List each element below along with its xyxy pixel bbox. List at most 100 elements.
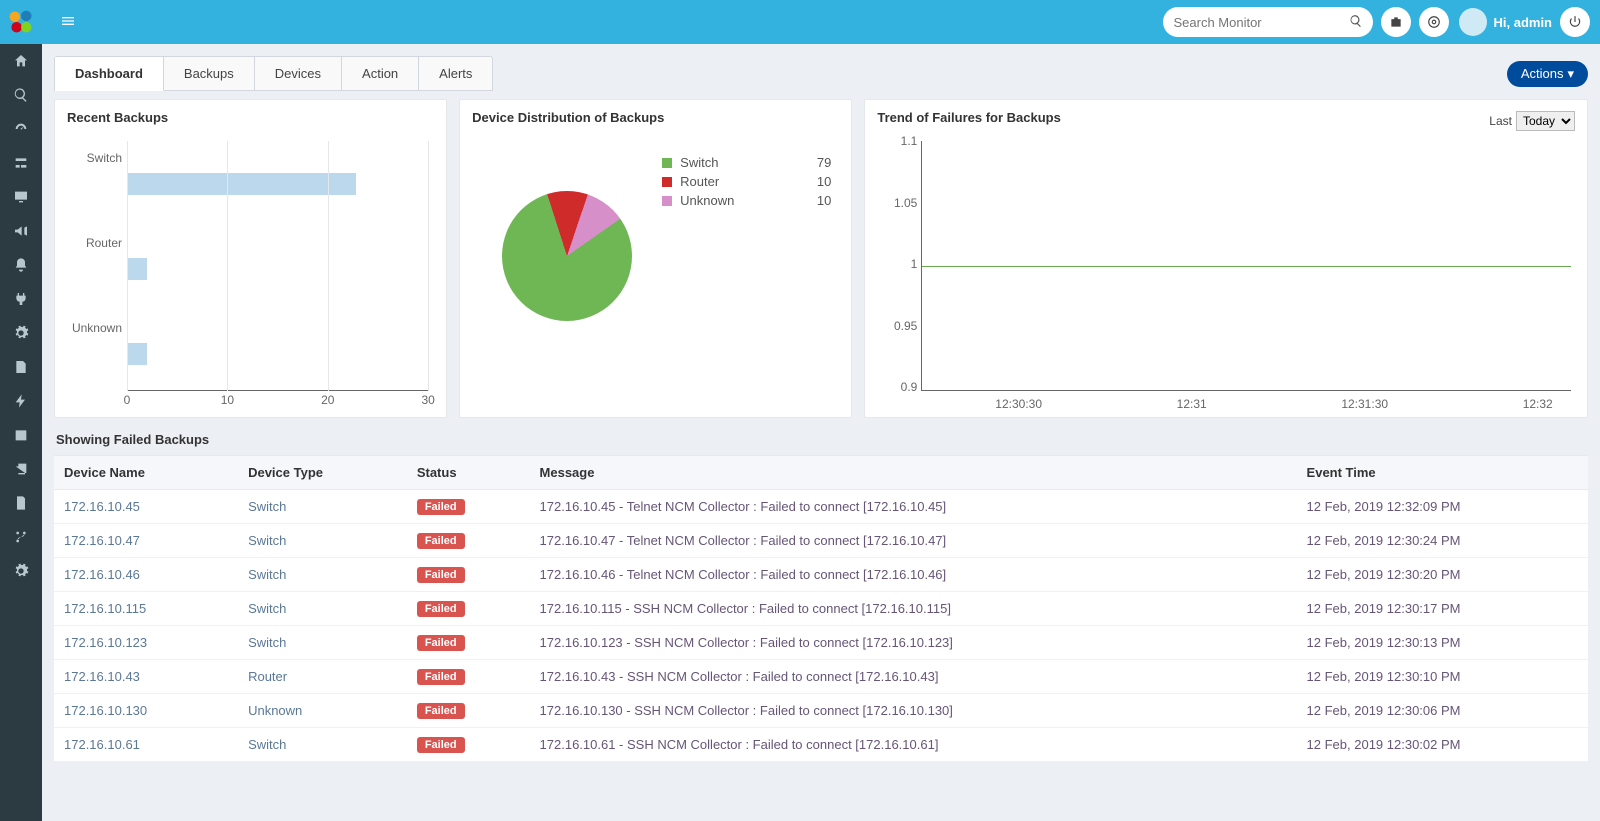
device-link[interactable]: 172.16.10.43 xyxy=(64,669,140,684)
message-cell: 172.16.10.46 - Telnet NCM Collector : Fa… xyxy=(530,558,1297,592)
time-cell: 12 Feb, 2019 12:30:13 PM xyxy=(1297,626,1588,660)
trend-last-label: Last xyxy=(1489,114,1512,128)
avatar[interactable] xyxy=(1459,8,1487,36)
status-badge: Failed xyxy=(417,635,465,651)
menu-toggle-icon[interactable] xyxy=(52,5,84,40)
trend-range-select[interactable]: Today xyxy=(1516,111,1575,131)
device-link[interactable]: 172.16.10.45 xyxy=(64,499,140,514)
time-cell: 12 Feb, 2019 12:30:06 PM xyxy=(1297,694,1588,728)
type-link[interactable]: Unknown xyxy=(248,703,302,718)
device-link[interactable]: 172.16.10.61 xyxy=(64,737,140,752)
trend-chart: 0.90.9511.051.112:30:3012:3112:31:3012:3… xyxy=(877,131,1575,411)
status-badge: Failed xyxy=(417,601,465,617)
search-icon[interactable] xyxy=(1349,14,1363,31)
sidebar xyxy=(0,0,42,821)
col-type[interactable]: Device Type xyxy=(238,456,407,490)
panel-title: Device Distribution of Backups xyxy=(472,110,839,125)
actions-label: Actions xyxy=(1521,66,1564,81)
type-link[interactable]: Switch xyxy=(248,737,286,752)
time-cell: 12 Feb, 2019 12:30:17 PM xyxy=(1297,592,1588,626)
panel-distribution: Device Distribution of Backups Switch79 R… xyxy=(459,99,852,418)
legend-item: Switch79 xyxy=(662,155,831,170)
time-cell: 12 Feb, 2019 12:32:09 PM xyxy=(1297,490,1588,524)
time-cell: 12 Feb, 2019 12:30:02 PM xyxy=(1297,728,1588,762)
tab-devices[interactable]: Devices xyxy=(255,57,342,90)
help-button[interactable] xyxy=(1419,7,1449,37)
message-cell: 172.16.10.61 - SSH NCM Collector : Faile… xyxy=(530,728,1297,762)
chevron-down-icon: ▾ xyxy=(1567,66,1574,82)
panel-trend: Trend of Failures for Backups Last Today… xyxy=(864,99,1588,418)
nav-bolt-icon[interactable] xyxy=(0,384,42,418)
device-link[interactable]: 172.16.10.123 xyxy=(64,635,147,650)
status-badge: Failed xyxy=(417,567,465,583)
nav-network-icon[interactable] xyxy=(0,146,42,180)
search-input[interactable] xyxy=(1173,15,1349,30)
legend-item: Unknown10 xyxy=(662,193,831,208)
nav-doc-icon[interactable] xyxy=(0,486,42,520)
device-link[interactable]: 172.16.10.47 xyxy=(64,533,140,548)
type-link[interactable]: Switch xyxy=(248,601,286,616)
tab-backups[interactable]: Backups xyxy=(164,57,255,90)
device-link[interactable]: 172.16.10.46 xyxy=(64,567,140,582)
nav-settings-icon[interactable] xyxy=(0,554,42,588)
time-cell: 12 Feb, 2019 12:30:20 PM xyxy=(1297,558,1588,592)
nav-monitor-icon[interactable] xyxy=(0,180,42,214)
time-cell: 12 Feb, 2019 12:30:24 PM xyxy=(1297,524,1588,558)
nav-announce-icon[interactable] xyxy=(0,214,42,248)
legend-item: Router10 xyxy=(662,174,831,189)
type-link[interactable]: Switch xyxy=(248,567,286,582)
status-badge: Failed xyxy=(417,499,465,515)
nav-home-icon[interactable] xyxy=(0,44,42,78)
tab-bar: DashboardBackupsDevicesActionAlerts xyxy=(54,56,493,91)
type-link[interactable]: Switch xyxy=(248,499,286,514)
message-cell: 172.16.10.123 - SSH NCM Collector : Fail… xyxy=(530,626,1297,660)
message-cell: 172.16.10.115 - SSH NCM Collector : Fail… xyxy=(530,592,1297,626)
nav-copy-icon[interactable] xyxy=(0,452,42,486)
table-row: 172.16.10.45 Switch Failed 172.16.10.45 … xyxy=(54,490,1588,524)
device-link[interactable]: 172.16.10.115 xyxy=(64,601,146,616)
device-link[interactable]: 172.16.10.130 xyxy=(64,703,147,718)
status-badge: Failed xyxy=(417,737,465,753)
message-cell: 172.16.10.43 - SSH NCM Collector : Faile… xyxy=(530,660,1297,694)
distribution-legend: Switch79 Router10 Unknown10 xyxy=(632,131,839,331)
nav-gears-icon[interactable] xyxy=(0,316,42,350)
status-badge: Failed xyxy=(417,703,465,719)
power-button[interactable] xyxy=(1560,7,1590,37)
panel-recent-backups: Recent Backups SwitchRouterUnknown 01020… xyxy=(54,99,447,418)
nav-calendar-icon[interactable] xyxy=(0,418,42,452)
table-row: 172.16.10.47 Switch Failed 172.16.10.47 … xyxy=(54,524,1588,558)
search-input-wrapper[interactable] xyxy=(1163,7,1373,37)
failed-section-title: Showing Failed Backups xyxy=(54,418,1588,455)
time-cell: 12 Feb, 2019 12:30:10 PM xyxy=(1297,660,1588,694)
greeting-label: Hi, admin xyxy=(1493,15,1552,30)
col-device[interactable]: Device Name xyxy=(54,456,238,490)
col-status[interactable]: Status xyxy=(407,456,530,490)
tab-action[interactable]: Action xyxy=(342,57,419,90)
status-badge: Failed xyxy=(417,669,465,685)
briefcase-button[interactable] xyxy=(1381,7,1411,37)
nav-backup-icon[interactable] xyxy=(0,350,42,384)
panel-title: Trend of Failures for Backups xyxy=(877,110,1061,125)
type-link[interactable]: Switch xyxy=(248,533,286,548)
panel-title: Recent Backups xyxy=(67,110,434,125)
table-row: 172.16.10.130 Unknown Failed 172.16.10.1… xyxy=(54,694,1588,728)
type-link[interactable]: Router xyxy=(248,669,287,684)
table-row: 172.16.10.115 Switch Failed 172.16.10.11… xyxy=(54,592,1588,626)
nav-branch-icon[interactable] xyxy=(0,520,42,554)
table-row: 172.16.10.61 Switch Failed 172.16.10.61 … xyxy=(54,728,1588,762)
table-row: 172.16.10.123 Switch Failed 172.16.10.12… xyxy=(54,626,1588,660)
message-cell: 172.16.10.45 - Telnet NCM Collector : Fa… xyxy=(530,490,1297,524)
nav-bell-icon[interactable] xyxy=(0,248,42,282)
recent-backups-chart: SwitchRouterUnknown 0102030 xyxy=(67,131,434,411)
type-link[interactable]: Switch xyxy=(248,635,286,650)
tab-dashboard[interactable]: Dashboard xyxy=(55,57,164,91)
failed-backups-table: Device Name Device Type Status Message E… xyxy=(54,455,1588,762)
col-message[interactable]: Message xyxy=(530,456,1297,490)
distribution-pie-chart xyxy=(502,191,632,321)
col-time[interactable]: Event Time xyxy=(1297,456,1588,490)
actions-button[interactable]: Actions ▾ xyxy=(1507,61,1588,87)
tab-alerts[interactable]: Alerts xyxy=(419,57,492,90)
nav-search-icon[interactable] xyxy=(0,78,42,112)
nav-dashboard-icon[interactable] xyxy=(0,112,42,146)
nav-plug-icon[interactable] xyxy=(0,282,42,316)
